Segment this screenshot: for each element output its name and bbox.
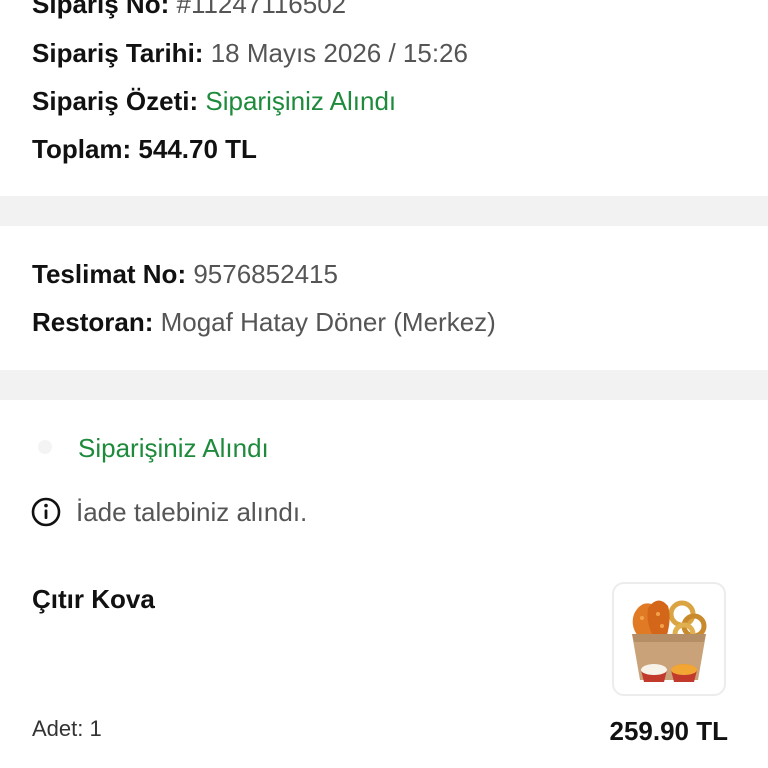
delivery-info-section: Teslimat No: 9576852415 Restoran: Mogaf … xyxy=(0,226,768,370)
order-date-value: 18 Mayıs 2026 / 15:26 xyxy=(210,38,468,68)
order-number-row: Sipariş No: #11247116502 xyxy=(32,0,346,20)
order-number-value: #11247116502 xyxy=(176,0,347,19)
order-date-label: Sipariş Tarihi: xyxy=(32,38,204,68)
order-summary-row: Sipariş Özeti: Siparişiniz Alındı xyxy=(32,85,396,117)
product-image[interactable] xyxy=(612,582,726,696)
order-total-label: Toplam: xyxy=(32,134,132,164)
section-divider xyxy=(0,370,768,400)
restaurant-row: Restoran: Mogaf Hatay Döner (Merkez) xyxy=(32,306,496,338)
order-total-value: 544.70 TL xyxy=(138,134,257,164)
order-info-section: Sipariş No: #11247116502 Sipariş Tarihi:… xyxy=(0,0,768,196)
refund-info-text: İade talebiniz alındı. xyxy=(76,496,308,527)
order-summary-label: Sipariş Özeti: xyxy=(32,86,199,116)
refund-info-row: İade talebiniz alındı. xyxy=(30,496,307,528)
order-detail-page: Sipariş No: #11247116502 Sipariş Tarihi:… xyxy=(0,0,768,768)
delivery-number-value: 9576852415 xyxy=(193,259,338,289)
delivery-number-label: Teslimat No: xyxy=(32,259,187,289)
section-divider xyxy=(0,196,768,226)
restaurant-label: Restoran: xyxy=(32,307,154,337)
delivery-number-row: Teslimat No: 9576852415 xyxy=(32,258,338,290)
status-indicator-dot xyxy=(38,440,52,454)
product-name: Çıtır Kova xyxy=(32,584,155,614)
order-number-label: Sipariş No: xyxy=(32,0,170,19)
product-quantity: Adet: 1 xyxy=(32,716,102,741)
order-total-row: Toplam: 544.70 TL xyxy=(32,133,257,165)
order-summary-value: Siparişiniz Alındı xyxy=(205,86,397,116)
order-date-row: Sipariş Tarihi: 18 Mayıs 2026 / 15:26 xyxy=(32,37,468,69)
order-status-title: Siparişiniz Alındı xyxy=(78,433,269,463)
product-price: 259.90 TL xyxy=(609,716,728,746)
info-circle-icon xyxy=(31,497,61,527)
restaurant-value: Mogaf Hatay Döner (Merkez) xyxy=(160,307,496,337)
fried-chicken-bucket-image xyxy=(632,600,707,682)
